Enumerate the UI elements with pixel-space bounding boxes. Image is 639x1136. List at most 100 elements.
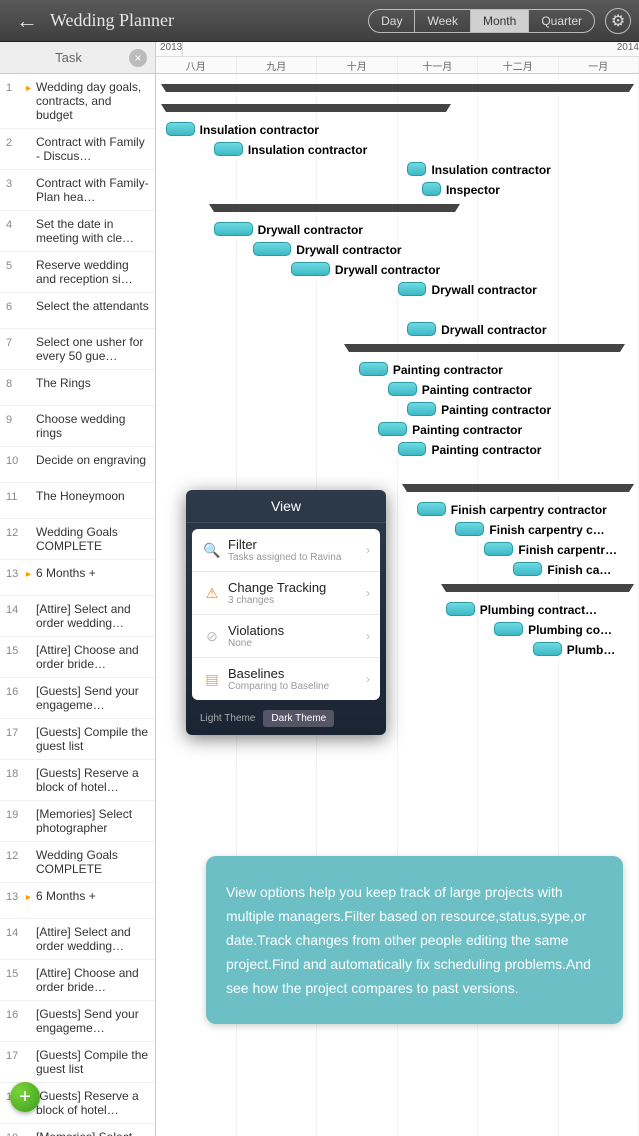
task-bar[interactable]: Finish carpentry contractor: [417, 502, 446, 516]
task-bar[interactable]: Painting contractor: [407, 402, 436, 416]
task-row[interactable]: 13▸6 Months +: [0, 883, 155, 919]
option-subtitle: Comparing to Baseline: [228, 681, 366, 692]
task-row[interactable]: 12Wedding Goals COMPLETE: [0, 842, 155, 883]
month-cell: 八月: [156, 57, 237, 73]
task-row[interactable]: 2Contract with Family - Discus…: [0, 129, 155, 170]
task-row[interactable]: 5Reserve wedding and reception si…: [0, 252, 155, 293]
task-row[interactable]: 1▸Wedding day goals, contracts, and budg…: [0, 74, 155, 129]
chevron-right-icon: ›: [366, 672, 370, 686]
task-row[interactable]: 12Wedding Goals COMPLETE: [0, 519, 155, 560]
bar-label: Finish carpentr…: [518, 543, 617, 557]
task-row[interactable]: 18[Guests] Reserve a block of hotel…: [0, 760, 155, 801]
task-bar[interactable]: Finish carpentr…: [484, 542, 513, 556]
task-number: 15: [6, 643, 26, 657]
task-row[interactable]: 9Choose wedding rings: [0, 406, 155, 447]
task-label: Reserve wedding and reception si…: [34, 258, 151, 286]
view-option-violations[interactable]: ⊘ViolationsNone›: [192, 615, 380, 658]
back-button[interactable]: ←: [8, 8, 46, 34]
task-row[interactable]: 17[Guests] Compile the guest list: [0, 719, 155, 760]
task-row[interactable]: 17[Guests] Compile the guest list: [0, 1042, 155, 1083]
view-option-baselines[interactable]: ▤BaselinesComparing to Baseline›: [192, 658, 380, 700]
view-mode-day[interactable]: Day: [369, 10, 415, 32]
task-row[interactable]: 6Select the attendants: [0, 293, 155, 329]
gantt-row: Painting contractor: [156, 440, 639, 460]
gantt-row: [156, 340, 639, 360]
view-mode-month[interactable]: Month: [471, 10, 529, 32]
task-bar[interactable]: Insulation contractor: [214, 142, 243, 156]
task-row[interactable]: 13▸6 Months +: [0, 560, 155, 596]
task-row[interactable]: 7Select one usher for every 50 gue…: [0, 329, 155, 370]
task-bar[interactable]: Painting contractor: [378, 422, 407, 436]
task-row[interactable]: 14[Attire] Select and order wedding…: [0, 596, 155, 637]
chevron-right-icon: ›: [366, 629, 370, 643]
task-row[interactable]: 19[Memories] Select photographer: [0, 801, 155, 842]
expand-icon: [26, 217, 34, 220]
popover-title: View: [186, 490, 386, 523]
summary-bar[interactable]: [166, 104, 446, 112]
view-option-filter[interactable]: 🔍FilterTasks assigned to Ravina›: [192, 529, 380, 572]
task-label: [Attire] Select and order wedding…: [34, 925, 151, 953]
task-row[interactable]: 14[Attire] Select and order wedding…: [0, 919, 155, 960]
task-bar[interactable]: Drywall contractor: [253, 242, 292, 256]
task-bar[interactable]: Painting contractor: [398, 442, 427, 456]
option-label: Change Tracking: [228, 580, 366, 595]
task-bar[interactable]: Inspector: [422, 182, 441, 196]
bar-label: Plumb…: [567, 643, 616, 657]
task-bar[interactable]: Drywall contractor: [291, 262, 330, 276]
summary-bar[interactable]: [214, 204, 456, 212]
task-bar[interactable]: Drywall contractor: [214, 222, 253, 236]
bar-label: Plumbing co…: [528, 623, 612, 637]
task-label: Set the date in meeting with cle…: [34, 217, 151, 245]
task-label: [Memories] Select photographer: [34, 1130, 151, 1136]
summary-bar[interactable]: [166, 84, 630, 92]
task-bar[interactable]: Painting contractor: [359, 362, 388, 376]
task-bar[interactable]: Finish carpentry c…: [455, 522, 484, 536]
settings-button[interactable]: ⚙: [605, 8, 631, 34]
expand-icon: [26, 684, 34, 687]
summary-bar[interactable]: [349, 344, 619, 352]
task-bar[interactable]: Finish ca…: [513, 562, 542, 576]
view-option-change-tracking[interactable]: ⚠Change Tracking3 changes›: [192, 572, 380, 615]
option-subtitle: 3 changes: [228, 595, 366, 606]
task-row[interactable]: 15[Attire] Choose and order bride…: [0, 637, 155, 678]
task-bar[interactable]: Painting contractor: [388, 382, 417, 396]
task-row[interactable]: 4Set the date in meeting with cle…: [0, 211, 155, 252]
close-sidebar-button[interactable]: ×: [129, 49, 147, 67]
task-number: 6: [6, 299, 26, 313]
task-label: [Attire] Select and order wedding…: [34, 602, 151, 630]
task-list[interactable]: 1▸Wedding day goals, contracts, and budg…: [0, 74, 155, 1136]
light-theme-button[interactable]: Light Theme: [192, 710, 263, 727]
chevron-right-icon: ›: [366, 543, 370, 557]
task-row[interactable]: 15[Attire] Choose and order bride…: [0, 960, 155, 1001]
task-bar[interactable]: Drywall contractor: [398, 282, 427, 296]
view-mode-quarter[interactable]: Quarter: [529, 10, 594, 32]
task-row[interactable]: 8The Rings: [0, 370, 155, 406]
summary-bar[interactable]: [407, 484, 629, 492]
add-task-button[interactable]: +: [10, 1082, 40, 1112]
dark-theme-button[interactable]: Dark Theme: [263, 710, 334, 727]
view-mode-week[interactable]: Week: [415, 10, 470, 32]
gantt-row: Drywall contractor: [156, 220, 639, 240]
task-row[interactable]: 16[Guests] Send your engageme…: [0, 1001, 155, 1042]
task-label: [Memories] Select photographer: [34, 807, 151, 835]
task-row[interactable]: 3Contract with Family-Plan hea…: [0, 170, 155, 211]
task-row[interactable]: 16[Guests] Send your engageme…: [0, 678, 155, 719]
summary-bar[interactable]: [446, 584, 630, 592]
expand-icon: ▸: [26, 566, 34, 580]
bar-label: Painting contractor: [441, 403, 551, 417]
task-bar[interactable]: Plumbing contract…: [446, 602, 475, 616]
task-number: 11: [6, 489, 26, 503]
task-row[interactable]: 10Decide on engraving: [0, 447, 155, 483]
task-bar[interactable]: Plumb…: [533, 642, 562, 656]
task-row[interactable]: 11The Honeymoon: [0, 483, 155, 519]
task-bar[interactable]: Insulation contractor: [166, 122, 195, 136]
task-number: 1: [6, 80, 26, 94]
task-row[interactable]: 19[Memories] Select photographer: [0, 1124, 155, 1136]
bar-label: Insulation contractor: [431, 163, 550, 177]
task-bar[interactable]: Insulation contractor: [407, 162, 426, 176]
task-bar[interactable]: Drywall contractor: [407, 322, 436, 336]
task-label: [Guests] Compile the guest list: [34, 725, 151, 753]
gantt-row: [156, 100, 639, 120]
sidebar-header: Task ×: [0, 42, 155, 74]
task-bar[interactable]: Plumbing co…: [494, 622, 523, 636]
